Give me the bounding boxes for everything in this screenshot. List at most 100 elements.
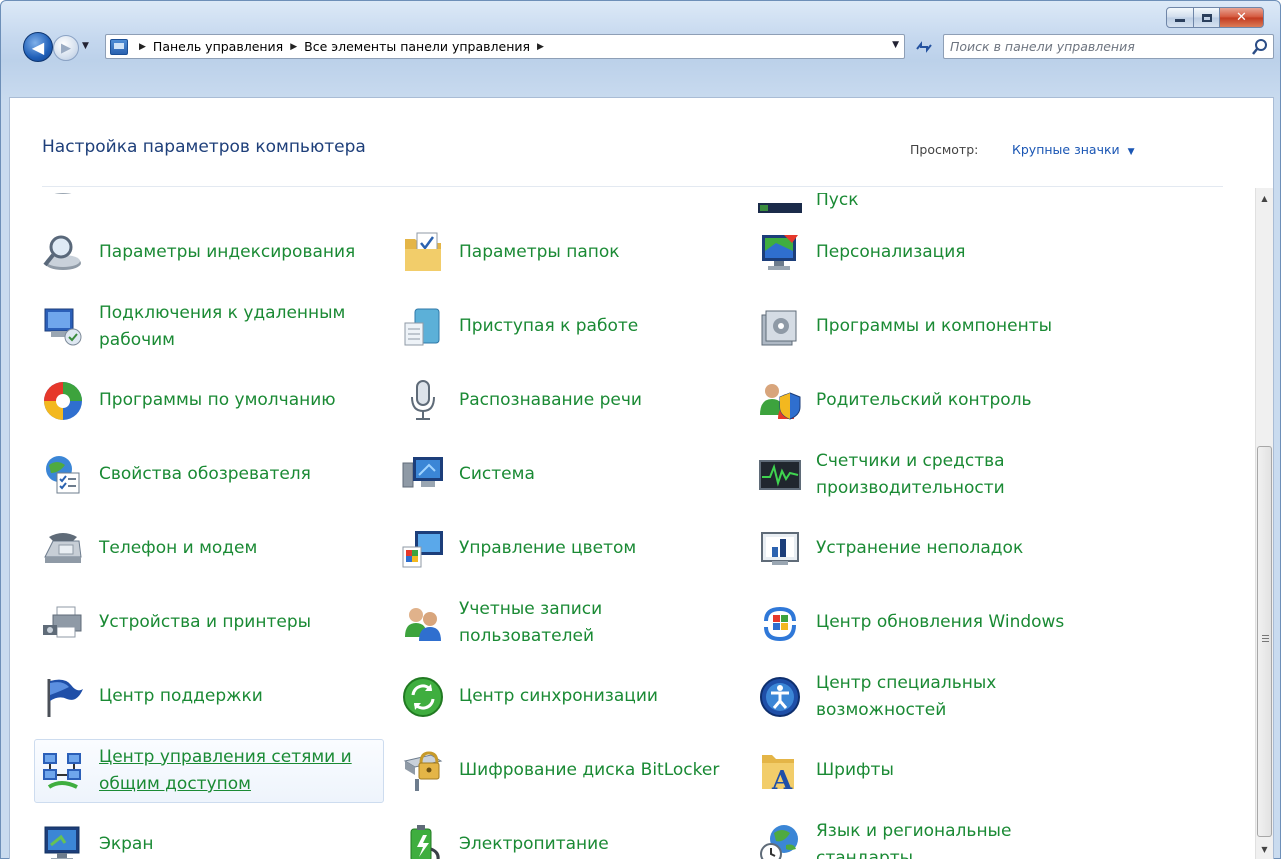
close-button[interactable]: ✕ <box>1220 7 1264 28</box>
view-by-dropdown[interactable]: Крупные значки ▼ <box>1012 142 1135 157</box>
control-panel-item-display[interactable]: Экран <box>34 813 384 859</box>
close-icon: ✕ <box>1236 10 1247 25</box>
maximize-icon <box>1201 13 1212 22</box>
control-panel-item-windows-update[interactable]: Центр обновления Windows <box>751 591 1101 655</box>
control-panel-item-sync-center[interactable]: Центр синхронизации <box>394 665 744 729</box>
control-panel-item-system[interactable]: Система <box>394 443 744 507</box>
back-arrow-icon: ◀ <box>31 37 45 57</box>
breadcrumb-all-items[interactable]: Все элементы панели управления <box>304 39 530 54</box>
control-panel-item-network-center[interactable]: Центр управления сетями и общим доступом <box>34 739 384 803</box>
item-label: Центр управления сетями и общим доступом <box>99 746 352 794</box>
control-panel-item-fonts[interactable]: A Шрифты <box>751 739 1101 803</box>
control-panel-item-folder-options[interactable]: Параметры папок <box>394 221 744 285</box>
recent-pages-dropdown[interactable]: ▼ <box>82 41 89 51</box>
control-panel-item-user-accounts[interactable]: Учетные записи пользователей <box>394 591 744 655</box>
getting-started-icon <box>395 299 451 355</box>
region-language-icon <box>752 817 808 859</box>
network-center-icon <box>35 743 91 799</box>
vertical-scrollbar[interactable]: ▲ ▼ <box>1255 188 1273 859</box>
refresh-icon <box>916 40 932 53</box>
item-label: Центр синхронизации <box>459 686 658 707</box>
windows-update-icon <box>752 595 808 651</box>
scroll-down-icon: ▼ <box>1261 845 1268 854</box>
search-input[interactable] <box>950 35 1240 57</box>
control-panel-item-indexing[interactable]: Параметры индексирования <box>34 221 384 285</box>
scroll-down-button[interactable]: ▼ <box>1256 841 1273 858</box>
navigation-bar: ◀ ▶ ▼ ▶ Панель управления ▶ Все элементы… <box>15 31 1274 63</box>
address-dropdown-icon[interactable]: ▼ <box>892 40 899 50</box>
forward-button[interactable]: ▶ <box>53 35 79 61</box>
control-panel-item-power-options[interactable]: Электропитание <box>394 813 744 859</box>
breadcrumb-control-panel[interactable]: Панель управления <box>153 39 283 54</box>
item-label: Подключения к удаленным рабочим <box>99 302 346 350</box>
item-label: Шрифты <box>816 760 894 781</box>
scroll-up-icon: ▲ <box>1261 194 1268 203</box>
scrollbar-thumb[interactable] <box>1257 446 1272 837</box>
control-panel-item-speech-recognition[interactable]: Распознавание речи <box>394 369 744 433</box>
control-panel-item-programs-features[interactable]: Программы и компоненты <box>751 295 1101 359</box>
control-panel-item-performance[interactable]: Счетчики и средства производительности <box>751 443 1101 507</box>
control-panel-items: Пуск Параметры индексирования Подключени… <box>34 193 1254 859</box>
control-panel-item-personalization[interactable]: Персонализация <box>751 221 1101 285</box>
ease-of-access-icon <box>752 669 808 725</box>
item-label: Параметры индексирования <box>99 242 356 263</box>
control-panel-item-action-center[interactable]: Центр поддержки <box>34 665 384 729</box>
item-label: Устройства и принтеры <box>99 612 312 633</box>
programs-features-icon <box>752 299 808 355</box>
item-label: Программы и компоненты <box>816 316 1053 337</box>
item-label: Шифрование диска BitLocker <box>459 760 720 781</box>
view-by-label: Просмотр: <box>910 142 979 157</box>
search-icon[interactable] <box>1251 38 1269 56</box>
page-title: Настройка параметров компьютера <box>42 137 366 157</box>
item-label: Свойства обозревателя <box>99 464 311 485</box>
color-management-icon <box>395 521 451 577</box>
indexing-icon <box>35 225 91 281</box>
control-panel-item-devices-printers[interactable]: Устройства и принтеры <box>34 591 384 655</box>
bitlocker-icon <box>395 743 451 799</box>
user-accounts-icon <box>395 595 451 651</box>
back-button[interactable]: ◀ <box>23 32 53 62</box>
breadcrumb-chevron-icon[interactable]: ▶ <box>290 42 297 52</box>
scroll-up-button[interactable]: ▲ <box>1256 190 1273 207</box>
troubleshooting-icon <box>752 521 808 577</box>
control-panel-item-default-programs[interactable]: Программы по умолчанию <box>34 369 384 433</box>
control-panel-item-bitlocker[interactable]: Шифрование диска BitLocker <box>394 739 744 803</box>
header-divider <box>42 186 1223 187</box>
control-panel-item-getting-started[interactable]: Приступая к работе <box>394 295 744 359</box>
search-box[interactable] <box>943 34 1274 59</box>
refresh-button[interactable] <box>912 36 936 57</box>
content-pane: Настройка параметров компьютера Просмотр… <box>9 97 1274 859</box>
control-panel-item-region-language[interactable]: Язык и региональные стандарты <box>751 813 1101 859</box>
parental-controls-icon <box>752 373 808 429</box>
control-panel-item-ease-of-access[interactable]: Центр специальных возможностей <box>751 665 1101 729</box>
svg-text:A: A <box>771 766 793 793</box>
control-panel-item-internet-options[interactable]: Свойства обозревателя <box>34 443 384 507</box>
caption-buttons: ✕ <box>1166 7 1264 28</box>
sync-center-icon <box>395 669 451 725</box>
performance-icon <box>752 447 808 503</box>
address-bar[interactable]: ▶ Панель управления ▶ Все элементы панел… <box>105 34 905 59</box>
control-panel-item-phone-modem[interactable]: Телефон и модем <box>34 517 384 581</box>
microphone-icon <box>395 373 451 429</box>
item-label: Электропитание <box>459 834 609 855</box>
breadcrumb-chevron-icon[interactable]: ▶ <box>537 42 544 52</box>
control-panel-item-remote-desktop[interactable]: Подключения к удаленным рабочим <box>34 295 384 359</box>
item-label: Экран <box>99 834 154 855</box>
control-panel-icon <box>110 38 128 55</box>
item-label: Устранение неполадок <box>816 538 1024 559</box>
item-label: Учетные записи пользователей <box>459 598 603 646</box>
control-panel-item-color-management[interactable]: Управление цветом <box>394 517 744 581</box>
action-center-icon <box>35 669 91 725</box>
forward-arrow-icon: ▶ <box>61 40 71 56</box>
grip-icon <box>1262 635 1269 642</box>
control-panel-item-troubleshooting[interactable]: Устранение неполадок <box>751 517 1101 581</box>
phone-modem-icon <box>35 521 91 577</box>
control-panel-item-parental-controls[interactable]: Родительский контроль <box>751 369 1101 433</box>
window-frame: ✕ ◀ ▶ ▼ ▶ Панель управления ▶ Все элемен… <box>0 0 1281 859</box>
maximize-button[interactable] <box>1194 7 1220 28</box>
remote-desktop-icon <box>35 299 91 355</box>
breadcrumb-chevron-icon[interactable]: ▶ <box>139 42 146 52</box>
minimize-button[interactable] <box>1166 7 1194 28</box>
item-label: Центр поддержки <box>99 686 263 707</box>
item-label: Счетчики и средства производительности <box>816 450 1005 498</box>
